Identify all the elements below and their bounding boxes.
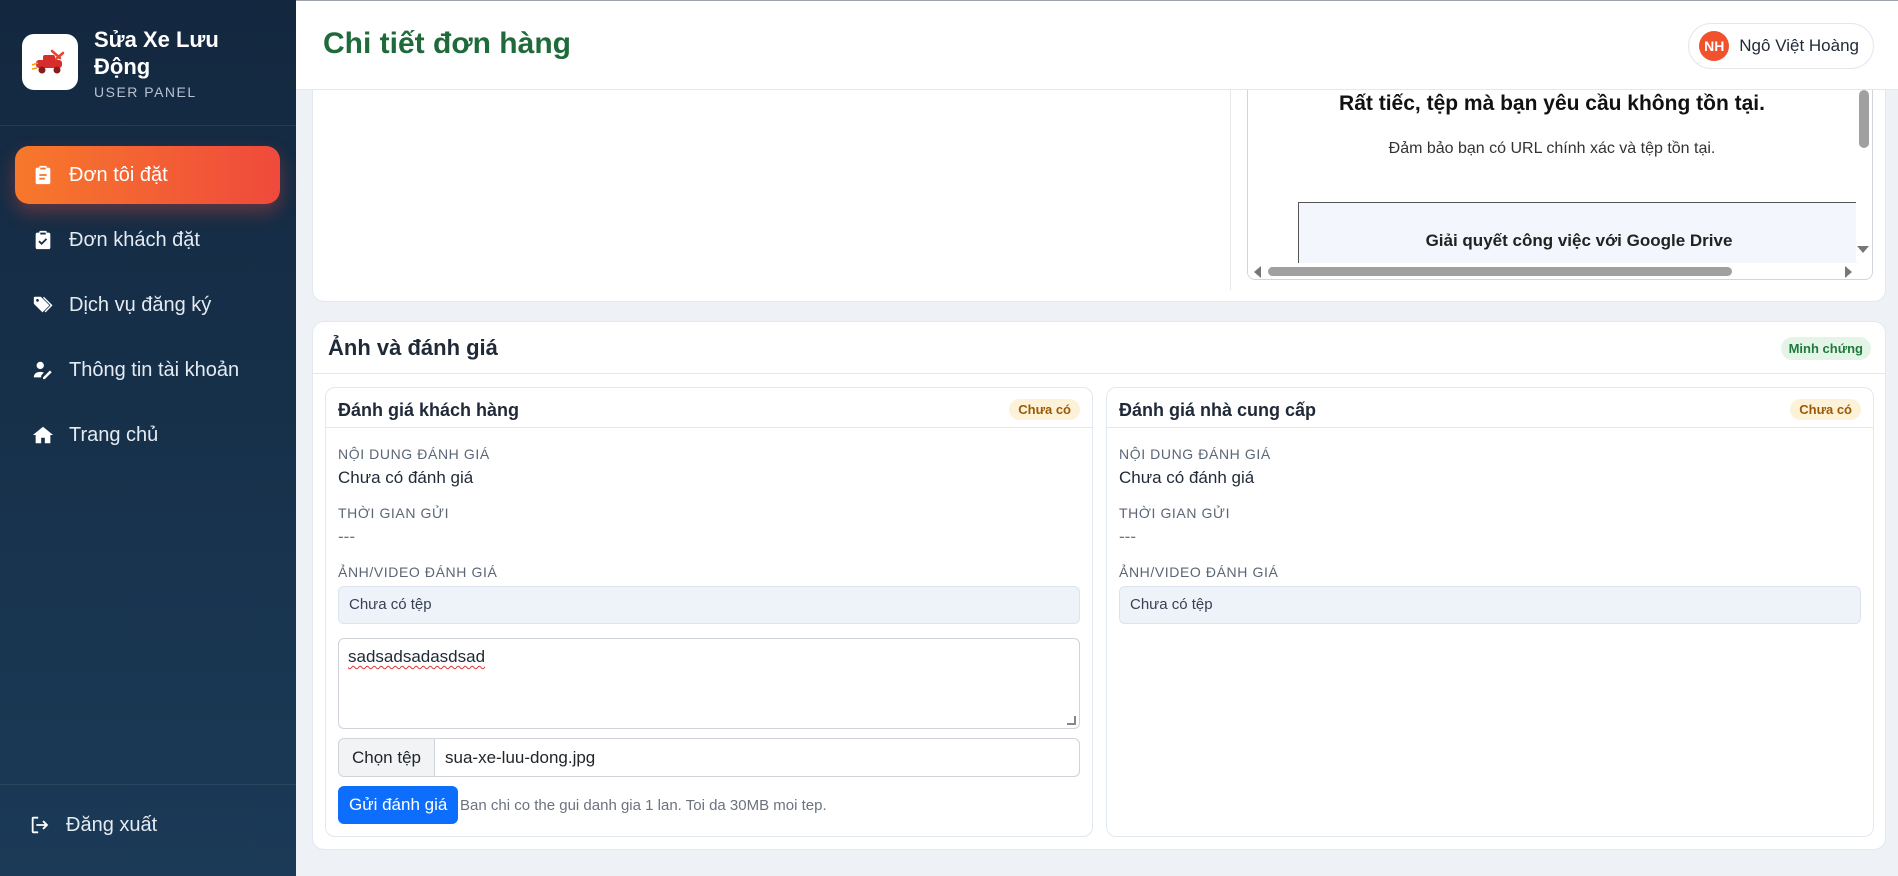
choose-file-button[interactable]: Chọn tệp bbox=[339, 739, 435, 776]
upload-note: Ban chi co the gui danh gia 1 lan. Toi d… bbox=[460, 797, 827, 814]
reviews-card-header: Ảnh và đánh giá Minh chứng bbox=[313, 322, 1885, 374]
content-value: Chưa có đánh giá bbox=[338, 468, 474, 487]
content-label: Nội dung đánh giá bbox=[338, 446, 490, 462]
clipboard-icon bbox=[31, 163, 55, 187]
tags-icon bbox=[31, 293, 55, 317]
logout-label: Đăng xuất bbox=[66, 813, 158, 836]
review-title: Đánh giá nhà cung cấp bbox=[1119, 400, 1317, 420]
order-detail-card: Rất tiếc, tệp mà bạn yêu cầu không tồn t… bbox=[312, 90, 1886, 302]
time-label: Thời gian gửi bbox=[1119, 505, 1231, 521]
column-divider bbox=[1230, 90, 1231, 290]
media-label: Ảnh/Video đánh giá bbox=[1119, 564, 1279, 580]
review-title: Đánh giá khách hàng bbox=[338, 400, 520, 420]
home-icon bbox=[31, 423, 55, 447]
evidence-badge: Minh chứng bbox=[1780, 337, 1871, 360]
scroll-right-arrow-icon[interactable] bbox=[1845, 266, 1852, 278]
sidebar-item-home[interactable]: Trang chủ bbox=[15, 406, 280, 464]
avatar: NH bbox=[1699, 31, 1730, 61]
selected-file-name: sua-xe-luu-dong.jpg bbox=[445, 747, 596, 767]
sidebar-item-registered-services[interactable]: Dịch vụ đăng ký bbox=[15, 276, 280, 334]
preview-drive-box: Giải quyết công việc với Google Drive bbox=[1298, 202, 1858, 272]
status-badge: Chưa có bbox=[1009, 399, 1080, 420]
user-name: Ngô Việt Hoàng bbox=[1739, 36, 1859, 55]
top-header: Chi tiết đơn hàng NH Ngô Việt Hoàng bbox=[296, 0, 1898, 90]
clipboard-check-icon bbox=[31, 228, 55, 252]
review-text: sadsadsadasdsad bbox=[348, 647, 486, 666]
media-empty: Chưa có tệp bbox=[338, 586, 1080, 624]
sidebar-item-label: Đơn khách đặt bbox=[69, 228, 200, 251]
scrollbar-thumb[interactable] bbox=[1859, 90, 1869, 148]
sidebar-item-label: Trang chủ bbox=[69, 423, 159, 446]
content-value: Chưa có đánh giá bbox=[1119, 468, 1255, 487]
document-preview-frame[interactable]: Rất tiếc, tệp mà bạn yêu cầu không tồn t… bbox=[1247, 90, 1873, 280]
brand[interactable]: Sửa Xe Lưu Động USER PANEL bbox=[0, 0, 296, 126]
sidebar-item-account-info[interactable]: Thông tin tài khoản bbox=[15, 341, 280, 399]
user-menu[interactable]: NH Ngô Việt Hoàng bbox=[1688, 23, 1874, 69]
mobile-repair-truck-icon bbox=[22, 34, 78, 90]
preview-error-subtitle: Đảm bảo bạn có URL chính xác và tệp tồn … bbox=[1388, 140, 1716, 157]
media-label: Ảnh/Video đánh giá bbox=[338, 564, 498, 580]
preview-vertical-scrollbar[interactable] bbox=[1856, 90, 1872, 262]
logout-button[interactable]: Đăng xuất bbox=[28, 813, 157, 837]
time-value: --- bbox=[338, 527, 355, 546]
sidebar-item-label: Dịch vụ đăng ký bbox=[69, 293, 212, 316]
brand-title: Sửa Xe Lưu Động bbox=[94, 27, 219, 79]
review-textarea[interactable]: sadsadsadasdsad bbox=[338, 638, 1080, 729]
logout-icon bbox=[28, 813, 52, 837]
sidebar-footer: Đăng xuất bbox=[0, 784, 296, 876]
sidebar: Sửa Xe Lưu Động USER PANEL Đơn tôi đặt Đ… bbox=[0, 0, 296, 876]
section-title: Ảnh và đánh giá bbox=[328, 335, 498, 360]
scroll-down-arrow-icon[interactable] bbox=[1857, 246, 1869, 253]
user-edit-icon bbox=[31, 358, 55, 382]
preview-horizontal-scrollbar[interactable] bbox=[1248, 263, 1858, 279]
time-label: Thời gian gửi bbox=[338, 505, 450, 521]
reviews-card: Ảnh và đánh giá Minh chứng Đánh giá khác… bbox=[312, 321, 1886, 850]
submit-review-button[interactable]: Gửi đánh giá bbox=[338, 786, 459, 824]
sidebar-nav: Đơn tôi đặt Đơn khách đặt Dịch vụ đăng k… bbox=[15, 146, 280, 471]
customer-review-panel: Đánh giá khách hàng Chưa có Nội dung đán… bbox=[325, 387, 1093, 837]
scrollbar-thumb[interactable] bbox=[1268, 267, 1732, 276]
preview-error-title: Rất tiếc, tệp mà bạn yêu cầu không tồn t… bbox=[1339, 92, 1765, 115]
preview-drive-text: Giải quyết công việc với Google Drive bbox=[1425, 231, 1733, 250]
review-header: Đánh giá khách hàng Chưa có bbox=[326, 388, 1092, 428]
resize-handle-icon[interactable] bbox=[1067, 716, 1076, 725]
status-badge: Chưa có bbox=[1790, 399, 1861, 420]
media-empty: Chưa có tệp bbox=[1119, 586, 1861, 624]
sidebar-item-label: Đơn tôi đặt bbox=[69, 163, 168, 186]
scroll-left-arrow-icon[interactable] bbox=[1254, 266, 1261, 278]
provider-review-panel: Đánh giá nhà cung cấp Chưa có Nội dung đ… bbox=[1106, 387, 1874, 837]
sidebar-item-my-orders[interactable]: Đơn tôi đặt bbox=[15, 146, 280, 204]
sidebar-item-label: Thông tin tài khoản bbox=[69, 358, 240, 381]
brand-subtitle: USER PANEL bbox=[94, 84, 197, 100]
time-value: --- bbox=[1119, 527, 1136, 546]
sidebar-item-customer-orders[interactable]: Đơn khách đặt bbox=[15, 211, 280, 269]
file-upload-input[interactable]: Chọn tệp sua-xe-luu-dong.jpg bbox=[338, 738, 1080, 777]
page-title: Chi tiết đơn hàng bbox=[323, 27, 571, 60]
content-label: Nội dung đánh giá bbox=[1119, 446, 1271, 462]
review-header: Đánh giá nhà cung cấp Chưa có bbox=[1107, 388, 1873, 428]
